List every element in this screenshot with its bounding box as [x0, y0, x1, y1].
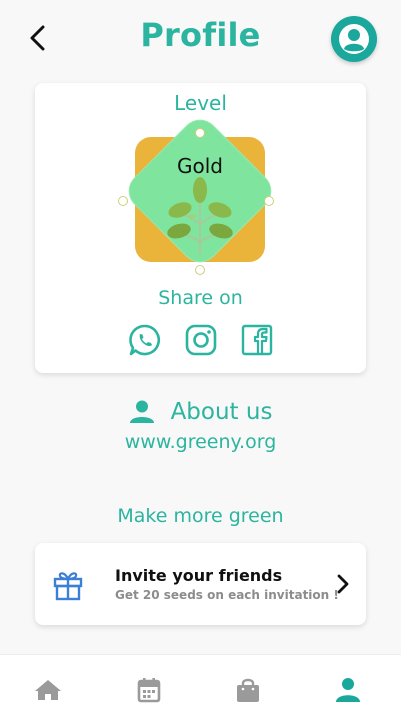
user-circle-icon [339, 24, 369, 54]
instagram-share-button[interactable] [184, 323, 218, 357]
level-card: Level Gold Share on [35, 83, 366, 373]
bottom-navigation [0, 654, 401, 717]
invite-subtitle: Get 20 seeds on each invitation ! [115, 588, 339, 602]
gift-icon [53, 572, 83, 601]
nav-calendar[interactable] [134, 675, 164, 705]
facebook-share-button[interactable] [240, 323, 274, 357]
level-label: Level [174, 91, 227, 115]
level-badge: Gold [115, 113, 285, 275]
badge-dot-left [118, 196, 128, 206]
facebook-icon [241, 324, 273, 356]
about-us-label: About us [170, 399, 273, 425]
whatsapp-share-button[interactable] [128, 323, 162, 357]
bag-icon [237, 678, 259, 702]
calendar-icon [137, 678, 161, 703]
person-icon [336, 678, 360, 702]
nav-shop[interactable] [233, 675, 263, 705]
header: Profile [0, 0, 401, 80]
share-on-label: Share on [158, 287, 243, 309]
instagram-icon [185, 324, 217, 356]
badge-level-text: Gold [177, 154, 223, 178]
badge-dot-top [195, 128, 205, 138]
whatsapp-icon [129, 324, 161, 356]
nav-home[interactable] [33, 675, 63, 705]
person-icon [129, 400, 154, 423]
avatar-button[interactable] [331, 16, 377, 62]
invite-title: Invite your friends [115, 566, 283, 585]
badge-dot-right [264, 196, 274, 206]
leaf-plant-icon [167, 177, 233, 254]
make-more-green-heading: Make more green [117, 505, 284, 527]
about-us-row[interactable]: About us [0, 395, 401, 429]
home-icon [35, 680, 61, 700]
website-link[interactable]: www.greeny.org [0, 431, 401, 453]
chevron-right-icon [337, 574, 349, 594]
badge-dot-bottom [195, 265, 205, 275]
invite-friends-card[interactable]: Invite your friends Get 20 seeds on each… [35, 543, 366, 625]
nav-profile[interactable] [333, 675, 363, 705]
